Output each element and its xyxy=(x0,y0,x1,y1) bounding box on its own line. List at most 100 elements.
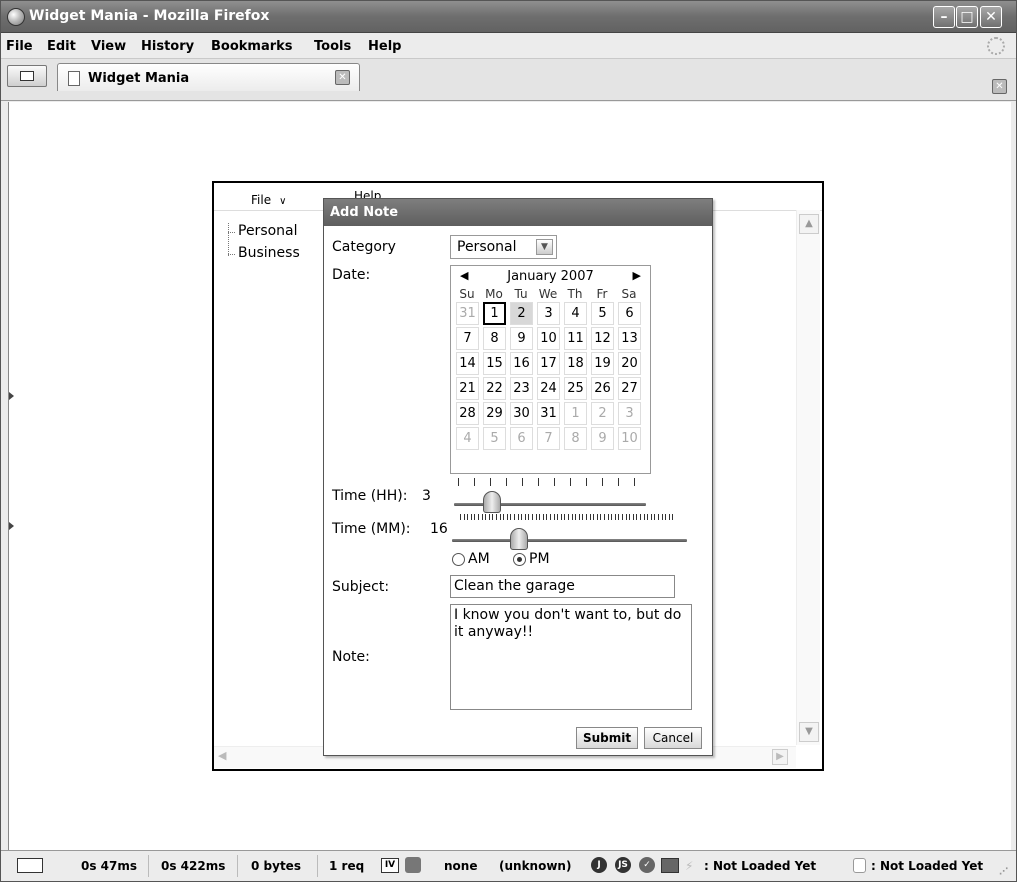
calendar-day[interactable]: 9 xyxy=(510,327,533,350)
add-note-dialog: Add Note Category Personal ▼ Date: ◀ Jan… xyxy=(323,198,713,756)
calendar-day[interactable]: 12 xyxy=(591,327,614,350)
tick-mark xyxy=(629,514,631,520)
calendar-day[interactable]: 6 xyxy=(510,427,533,450)
note-textarea[interactable]: I know you don't want to, but do it anyw… xyxy=(450,604,692,710)
calendar-day[interactable]: 22 xyxy=(483,377,506,400)
am-label: AM xyxy=(468,551,490,567)
menu-history[interactable]: History xyxy=(141,39,194,54)
menu-help[interactable]: Help xyxy=(368,39,401,54)
calendar-day[interactable]: 9 xyxy=(591,427,614,450)
tab-close-icon[interactable]: ✕ xyxy=(335,70,350,85)
tick-mark xyxy=(553,514,555,520)
calendar-day[interactable]: 7 xyxy=(537,427,560,450)
calendar-day[interactable]: 13 xyxy=(618,327,641,350)
calendar-day[interactable]: 8 xyxy=(564,427,587,450)
chevron-down-icon: ∨ xyxy=(279,196,287,207)
chevron-down-icon[interactable]: ▼ xyxy=(536,239,553,255)
calendar-day[interactable]: 23 xyxy=(510,377,533,400)
close-button[interactable]: ✕ xyxy=(980,6,1002,28)
calendar-day[interactable]: 10 xyxy=(618,427,641,450)
scroll-left-icon[interactable]: ◀ xyxy=(218,749,234,765)
calendar-day[interactable]: 4 xyxy=(456,427,479,450)
calendar-day[interactable]: 21 xyxy=(456,377,479,400)
calendar-day[interactable]: 5 xyxy=(483,427,506,450)
sidebar-arrow-icon[interactable] xyxy=(9,392,14,400)
calendar-day[interactable]: 19 xyxy=(591,352,614,375)
new-tab-button[interactable] xyxy=(7,65,47,87)
calendar-day[interactable]: 6 xyxy=(618,302,641,325)
calendar-day[interactable]: 3 xyxy=(537,302,560,325)
minute-slider-thumb[interactable] xyxy=(510,528,528,550)
javascript-icon[interactable]: JS xyxy=(615,857,631,873)
tab-widget-mania[interactable]: Widget Mania ✕ xyxy=(57,63,360,91)
tree-item-business[interactable]: Business xyxy=(228,245,300,267)
java-icon[interactable]: J xyxy=(591,857,607,873)
calendar-day[interactable]: 3 xyxy=(618,402,641,425)
image-icon[interactable] xyxy=(661,858,679,873)
cancel-button[interactable]: Cancel xyxy=(644,727,702,749)
tick-mark xyxy=(618,478,619,486)
database-icon[interactable] xyxy=(853,858,866,873)
pm-radio[interactable] xyxy=(513,553,526,566)
prev-month-icon[interactable]: ◀ xyxy=(460,269,468,282)
calendar-day[interactable]: 7 xyxy=(456,327,479,350)
submit-button[interactable]: Submit xyxy=(576,727,638,749)
sidebar-arrow-icon[interactable] xyxy=(9,522,14,530)
monitor-icon[interactable] xyxy=(17,858,43,873)
scroll-down-icon[interactable]: ▼ xyxy=(799,722,819,742)
calendar-day[interactable]: 2 xyxy=(591,402,614,425)
scroll-up-icon[interactable]: ▲ xyxy=(799,214,819,234)
calendar-day[interactable]: 16 xyxy=(510,352,533,375)
calendar-day[interactable]: 25 xyxy=(564,377,587,400)
calendar-day[interactable]: 2 xyxy=(510,302,533,325)
vertical-scrollbar[interactable]: ▲ ▼ xyxy=(796,210,820,745)
plugin-icon[interactable] xyxy=(405,857,421,873)
calendar-day[interactable]: 26 xyxy=(591,377,614,400)
close-tabs-icon[interactable]: ✕ xyxy=(992,79,1007,94)
calendar-day[interactable]: 8 xyxy=(483,327,506,350)
tree-item-personal[interactable]: Personal xyxy=(228,223,300,245)
calendar-day[interactable]: 1 xyxy=(483,302,506,325)
calendar-day[interactable]: 31 xyxy=(456,302,479,325)
calendar-day[interactable]: 20 xyxy=(618,352,641,375)
tick-mark xyxy=(481,514,483,520)
tick-mark xyxy=(589,514,591,520)
calendar-day[interactable]: 10 xyxy=(537,327,560,350)
resize-grip-icon[interactable]: ⋰ xyxy=(999,867,1008,877)
am-radio[interactable] xyxy=(452,553,465,566)
hour-slider-thumb[interactable] xyxy=(483,491,501,513)
calendar-day[interactable]: 18 xyxy=(564,352,587,375)
iv-icon[interactable]: IV xyxy=(381,858,399,873)
calendar-day[interactable]: 14 xyxy=(456,352,479,375)
check-icon[interactable]: ✓ xyxy=(639,857,655,873)
calendar-day[interactable]: 27 xyxy=(618,377,641,400)
calendar-day[interactable]: 17 xyxy=(537,352,560,375)
calendar-day[interactable]: 24 xyxy=(537,377,560,400)
lightning-icon[interactable]: ⚡ xyxy=(685,859,693,873)
tick-mark xyxy=(528,514,530,520)
category-select[interactable]: Personal ▼ xyxy=(450,235,557,259)
tick-mark xyxy=(647,514,649,520)
menu-edit[interactable]: Edit xyxy=(47,39,76,54)
calendar-day[interactable]: 5 xyxy=(591,302,614,325)
menu-tools[interactable]: Tools xyxy=(314,39,351,54)
calendar-day[interactable]: 15 xyxy=(483,352,506,375)
calendar-day[interactable]: 1 xyxy=(564,402,587,425)
calendar-day[interactable]: 11 xyxy=(564,327,587,350)
menu-file[interactable]: File xyxy=(6,39,33,54)
scroll-right-icon[interactable]: ▶ xyxy=(772,749,788,765)
app-file-menu[interactable]: File ∨ xyxy=(251,193,286,207)
dialog-title[interactable]: Add Note xyxy=(324,199,712,226)
calendar-day[interactable]: 29 xyxy=(483,402,506,425)
calendar-day[interactable]: 31 xyxy=(537,402,560,425)
next-month-icon[interactable]: ▶ xyxy=(633,269,641,282)
calendar-day[interactable]: 4 xyxy=(564,302,587,325)
menu-view[interactable]: View xyxy=(91,39,126,54)
calendar-day[interactable]: 30 xyxy=(510,402,533,425)
minute-slider[interactable] xyxy=(452,539,687,542)
maximize-button[interactable]: □ xyxy=(956,6,978,28)
calendar-day[interactable]: 28 xyxy=(456,402,479,425)
menu-bookmarks[interactable]: Bookmarks xyxy=(211,39,293,54)
subject-input[interactable]: Clean the garage xyxy=(450,575,675,598)
minimize-button[interactable]: – xyxy=(933,6,955,28)
